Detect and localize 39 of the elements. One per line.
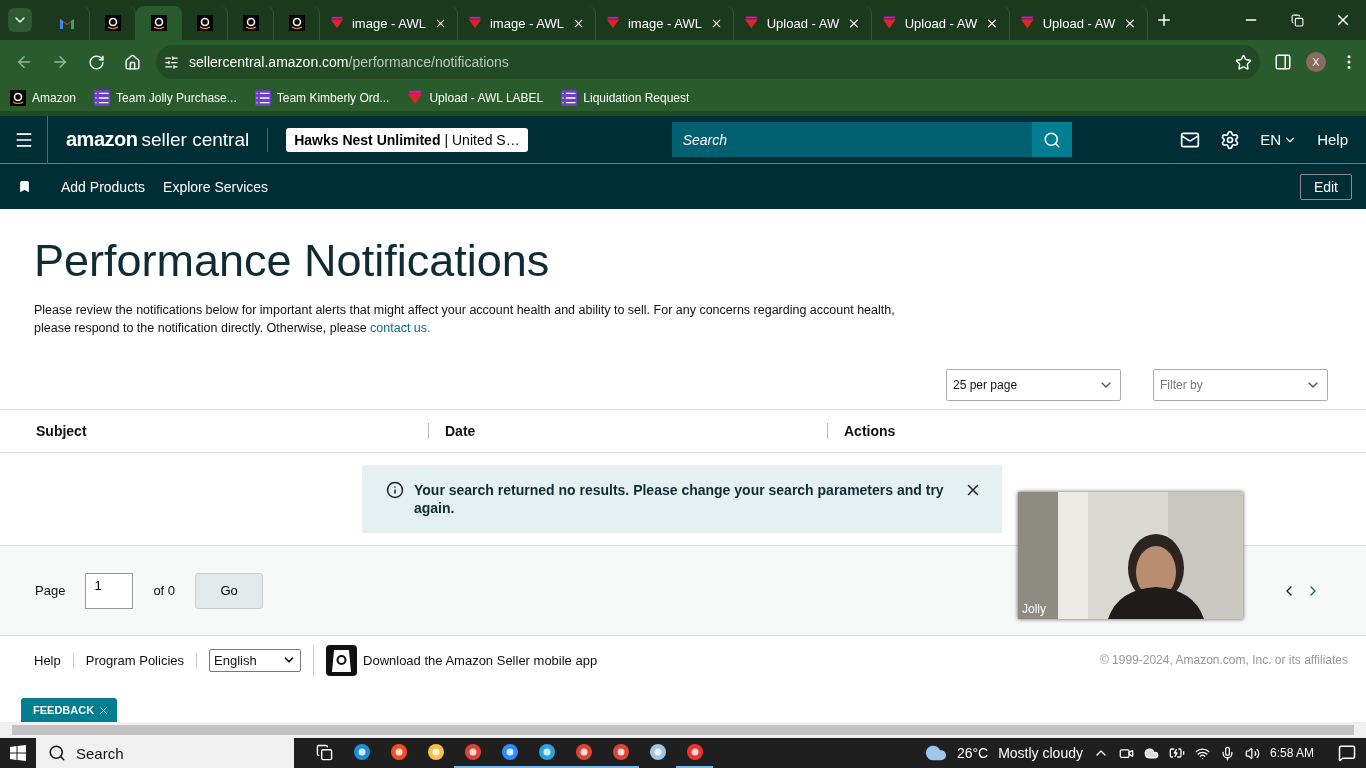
description-text: Please review the notifications below for important alerts that might affect your account health and ability to sell. For any concerns regarding account health, please respond to the notification directly. Otherwise, please contact us. bbox=[34, 302, 896, 337]
taskbar-search[interactable]: Search bbox=[36, 738, 294, 768]
temperature: 26°C bbox=[956, 745, 989, 761]
seller-central-logo[interactable]: amazon seller central bbox=[66, 127, 269, 152]
language-dropdown[interactable]: English bbox=[209, 648, 301, 672]
column-header: Date bbox=[428, 423, 827, 439]
help-link[interactable]: Help bbox=[1317, 131, 1348, 148]
filter-dropdown[interactable]: Filter by bbox=[1153, 369, 1328, 401]
bookmark[interactable]: Amazon bbox=[10, 89, 77, 106]
nav-link[interactable]: Explore Services bbox=[163, 178, 269, 195]
nav-link[interactable]: Add Products bbox=[61, 178, 146, 195]
store-selector[interactable]: Hawks Nest Unlimited | United S… bbox=[286, 127, 528, 152]
footer-link[interactable]: Program Policies bbox=[85, 652, 197, 668]
copyright-text: © 1999-2024, Amazon.com, Inc. or its affiliates bbox=[1099, 653, 1348, 667]
bookmark[interactable]: Upload - AWL LABEL bbox=[407, 90, 544, 105]
page-total: of 0 bbox=[153, 583, 176, 598]
address-bar[interactable]: sellercentral.amazon.com/performance/notifications bbox=[156, 45, 1260, 79]
go-button[interactable]: Go bbox=[195, 572, 264, 609]
language-selector[interactable]: EN bbox=[1260, 131, 1298, 148]
weather-text: Mostly cloudy bbox=[998, 745, 1083, 761]
participant-name: Jolly bbox=[1022, 602, 1046, 616]
edit-button[interactable]: Edit bbox=[1299, 173, 1352, 200]
alert-text: Your search returned no results. Please change your search parameters and try again. bbox=[414, 481, 945, 517]
contact-link[interactable]: contact us. bbox=[370, 321, 431, 335]
profile-avatar[interactable]: X bbox=[1306, 52, 1326, 72]
column-header: Actions bbox=[827, 423, 1366, 439]
page-title: Performance Notifications bbox=[34, 235, 551, 287]
app-download-link[interactable]: Download the Amazon Seller mobile app bbox=[363, 652, 598, 668]
bookmark[interactable]: Team Jolly Purchase... bbox=[94, 89, 237, 106]
search-field[interactable]: Search bbox=[671, 122, 1072, 157]
footer-link[interactable]: Help bbox=[34, 652, 74, 668]
column-header: Subject bbox=[35, 423, 88, 439]
page-input[interactable]: 1 bbox=[85, 572, 134, 609]
bookmark[interactable]: Team Kimberly Ord... bbox=[254, 89, 390, 106]
feedback-button[interactable]: FEEDBACK bbox=[21, 698, 118, 722]
per-page-dropdown[interactable]: 25 per page bbox=[946, 369, 1121, 401]
clock[interactable]: 6:58 AM bbox=[1269, 746, 1314, 760]
page-label: Page bbox=[35, 583, 66, 598]
bookmark[interactable]: Liquidation Request bbox=[561, 89, 690, 106]
